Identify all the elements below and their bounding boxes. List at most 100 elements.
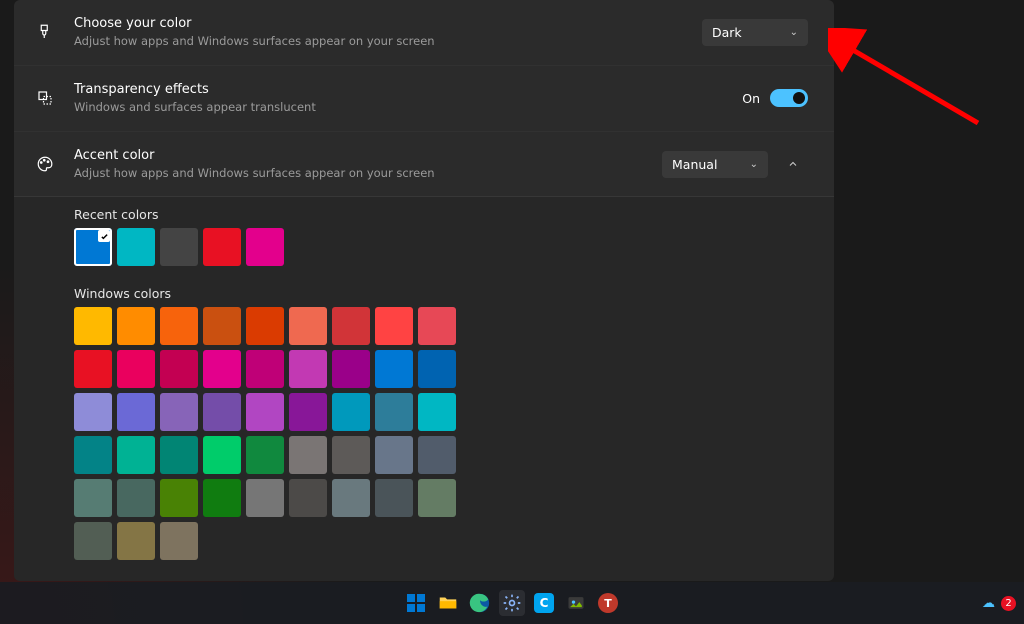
- choose-color-row: Choose your color Adjust how apps and Wi…: [14, 0, 834, 66]
- windows-color-swatch[interactable]: [375, 307, 413, 345]
- choose-color-sub: Adjust how apps and Windows surfaces app…: [74, 34, 702, 49]
- recent-color-swatch[interactable]: [160, 228, 198, 266]
- choose-color-title: Choose your color: [74, 16, 702, 33]
- settings-panel: Choose your color Adjust how apps and Wi…: [14, 0, 834, 581]
- windows-color-swatch[interactable]: [74, 350, 112, 388]
- transparency-control: On: [742, 89, 808, 107]
- taskbar-file-explorer[interactable]: [435, 590, 461, 616]
- paint-brush-icon: [34, 21, 56, 43]
- windows-color-swatch[interactable]: [160, 479, 198, 517]
- windows-color-swatch[interactable]: [332, 436, 370, 474]
- taskbar-center: C T: [403, 590, 621, 616]
- windows-color-swatch[interactable]: [375, 393, 413, 431]
- accent-text: Accent color Adjust how apps and Windows…: [74, 148, 662, 181]
- windows-color-swatch[interactable]: [74, 436, 112, 474]
- transparency-sub: Windows and surfaces appear translucent: [74, 100, 742, 115]
- windows-color-swatch[interactable]: [160, 522, 198, 560]
- windows-color-swatch[interactable]: [117, 307, 155, 345]
- chevron-down-icon: ⌄: [790, 27, 798, 38]
- accent-title: Accent color: [74, 148, 662, 165]
- windows-color-swatch[interactable]: [74, 393, 112, 431]
- taskbar-edge[interactable]: [467, 590, 493, 616]
- windows-color-swatch[interactable]: [246, 393, 284, 431]
- windows-color-swatch[interactable]: [160, 393, 198, 431]
- choose-color-value: Dark: [712, 25, 742, 40]
- windows-color-swatch[interactable]: [418, 479, 456, 517]
- recent-color-swatch[interactable]: [117, 228, 155, 266]
- windows-color-swatch[interactable]: [203, 436, 241, 474]
- transparency-state-label: On: [742, 91, 760, 106]
- recent-color-swatch[interactable]: [74, 228, 112, 266]
- taskbar-start-button[interactable]: [403, 590, 429, 616]
- choose-color-text: Choose your color Adjust how apps and Wi…: [74, 16, 702, 49]
- windows-color-swatch[interactable]: [117, 350, 155, 388]
- windows-color-swatch[interactable]: [160, 307, 198, 345]
- transparency-toggle[interactable]: [770, 89, 808, 107]
- windows-color-swatch[interactable]: [203, 479, 241, 517]
- accent-mode-value: Manual: [672, 157, 717, 172]
- accent-row: Accent color Adjust how apps and Windows…: [14, 132, 834, 198]
- windows-color-swatch[interactable]: [375, 436, 413, 474]
- accent-sub: Adjust how apps and Windows surfaces app…: [74, 166, 662, 181]
- windows-color-swatch[interactable]: [332, 307, 370, 345]
- taskbar-app-c[interactable]: C: [531, 590, 557, 616]
- windows-colors-grid: [74, 307, 474, 560]
- windows-color-swatch[interactable]: [289, 350, 327, 388]
- windows-color-swatch[interactable]: [418, 436, 456, 474]
- windows-color-swatch[interactable]: [117, 479, 155, 517]
- windows-colors-label: Windows colors: [74, 286, 808, 301]
- windows-color-swatch[interactable]: [203, 393, 241, 431]
- windows-color-swatch[interactable]: [418, 307, 456, 345]
- windows-color-swatch[interactable]: [418, 393, 456, 431]
- tray-notification-badge[interactable]: 2: [1001, 596, 1016, 611]
- choose-color-dropdown[interactable]: Dark ⌄: [702, 19, 808, 46]
- taskbar-photos[interactable]: [563, 590, 589, 616]
- windows-color-swatch[interactable]: [117, 436, 155, 474]
- recent-color-swatch[interactable]: [203, 228, 241, 266]
- windows-color-swatch[interactable]: [246, 436, 284, 474]
- windows-color-swatch[interactable]: [203, 307, 241, 345]
- recent-colors-grid: [74, 228, 484, 266]
- windows-color-swatch[interactable]: [246, 350, 284, 388]
- transparency-title: Transparency effects: [74, 82, 742, 99]
- chevron-down-icon: ⌄: [750, 159, 758, 170]
- windows-color-swatch[interactable]: [74, 522, 112, 560]
- windows-color-swatch[interactable]: [203, 350, 241, 388]
- tray-cloud-icon[interactable]: ☁: [982, 596, 995, 611]
- desktop: Choose your color Adjust how apps and Wi…: [0, 0, 1024, 624]
- windows-color-swatch[interactable]: [289, 393, 327, 431]
- transparency-row: Transparency effects Windows and surface…: [14, 66, 834, 132]
- windows-color-swatch[interactable]: [418, 350, 456, 388]
- windows-color-swatch[interactable]: [289, 479, 327, 517]
- windows-color-swatch[interactable]: [289, 436, 327, 474]
- windows-color-swatch[interactable]: [160, 350, 198, 388]
- windows-color-swatch[interactable]: [332, 479, 370, 517]
- taskbar-app-t[interactable]: T: [595, 590, 621, 616]
- toggle-knob: [793, 92, 805, 104]
- transparency-text: Transparency effects Windows and surface…: [74, 82, 742, 115]
- taskbar-settings[interactable]: [499, 590, 525, 616]
- windows-color-swatch[interactable]: [246, 479, 284, 517]
- windows-color-swatch[interactable]: [117, 393, 155, 431]
- windows-color-swatch[interactable]: [117, 522, 155, 560]
- windows-color-swatch[interactable]: [332, 393, 370, 431]
- recent-colors-label: Recent colors: [74, 207, 808, 222]
- recent-color-swatch[interactable]: [246, 228, 284, 266]
- windows-color-swatch[interactable]: [160, 436, 198, 474]
- windows-color-swatch[interactable]: [332, 350, 370, 388]
- windows-color-swatch[interactable]: [375, 350, 413, 388]
- accent-mode-dropdown[interactable]: Manual ⌄: [662, 151, 768, 178]
- windows-color-swatch[interactable]: [246, 307, 284, 345]
- check-icon: [98, 230, 110, 242]
- taskbar-tray: ☁ 2: [982, 596, 1016, 611]
- accent-collapse-button[interactable]: [778, 149, 808, 179]
- transparency-icon: [34, 87, 56, 109]
- annotation-arrow: [828, 28, 998, 138]
- windows-color-swatch[interactable]: [375, 479, 413, 517]
- taskbar: C T ☁ 2: [0, 582, 1024, 624]
- windows-color-swatch[interactable]: [74, 479, 112, 517]
- windows-color-swatch[interactable]: [74, 307, 112, 345]
- accent-body: Recent colors Windows colors: [14, 197, 834, 580]
- palette-icon: [34, 153, 56, 175]
- windows-color-swatch[interactable]: [289, 307, 327, 345]
